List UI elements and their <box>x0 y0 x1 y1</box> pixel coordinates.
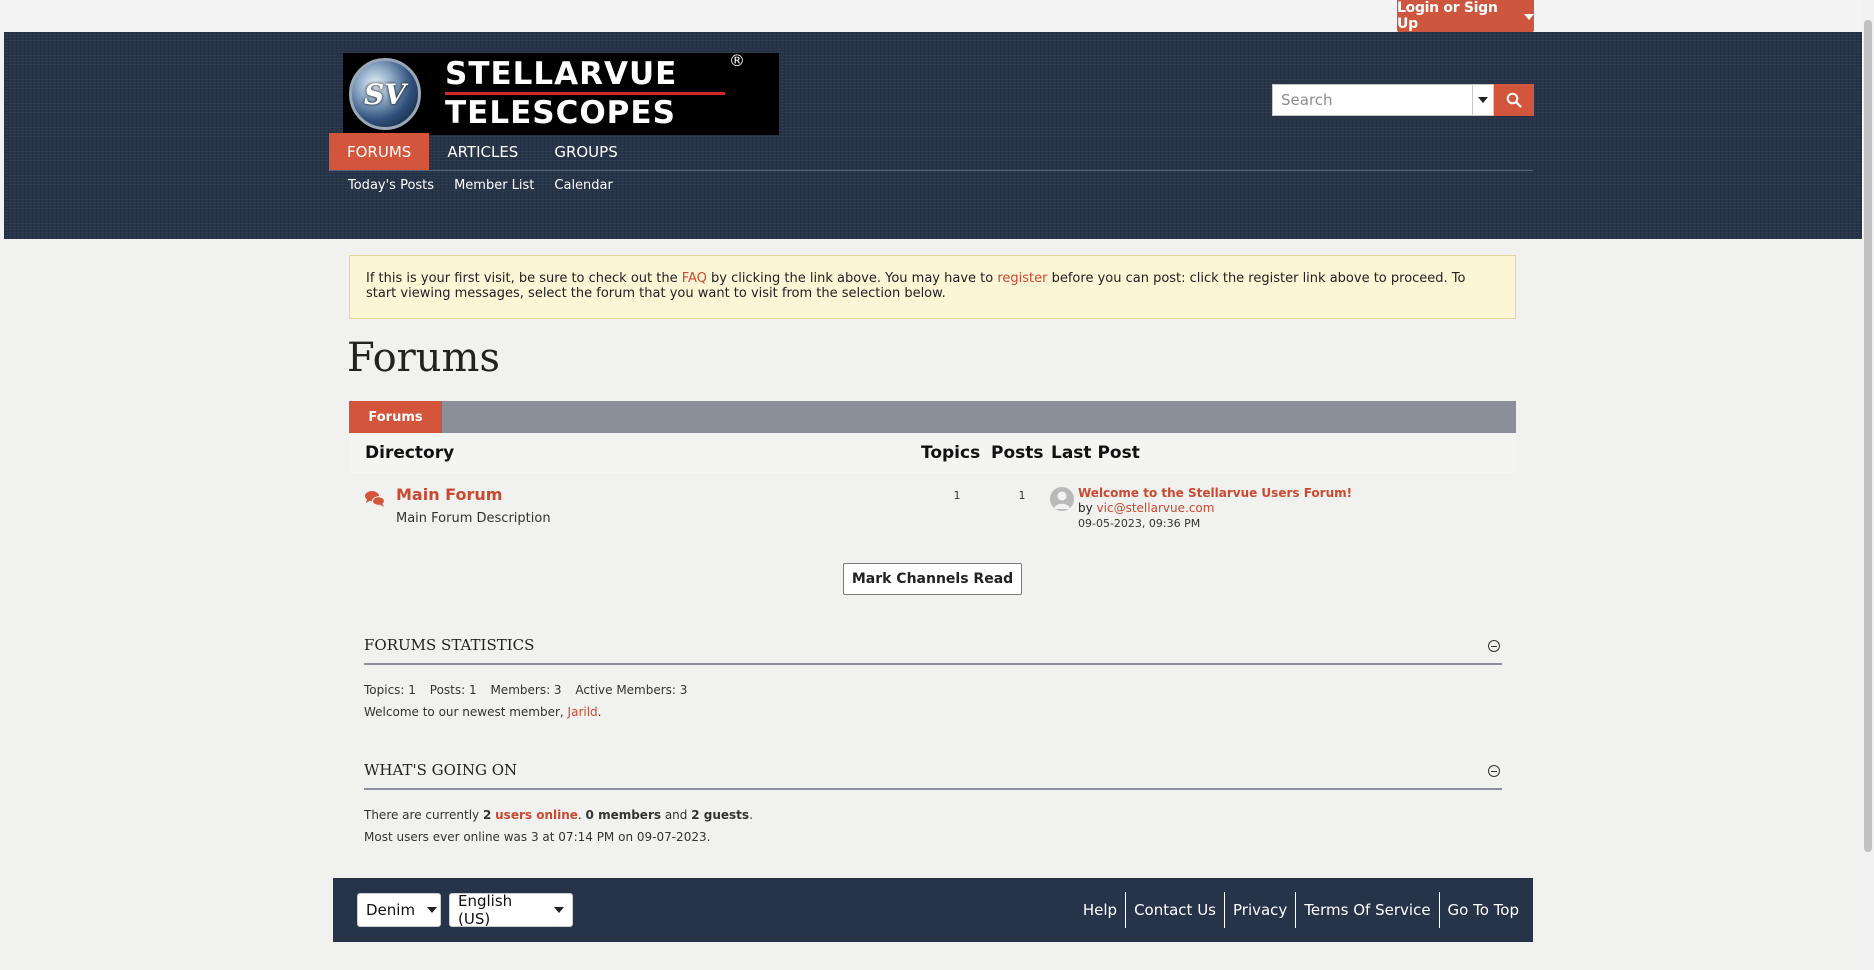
collapse-statistics-icon[interactable] <box>1488 640 1500 652</box>
topics-count: 1 <box>953 489 961 502</box>
login-signup-label: Login or Sign Up <box>1397 0 1498 32</box>
site-footer: Denim English (US) Help Contact Us Priva… <box>333 878 1533 942</box>
column-last-post: Last Post <box>1051 443 1140 463</box>
avatar[interactable] <box>1050 487 1074 511</box>
footer-link-contact[interactable]: Contact Us <box>1125 892 1224 928</box>
footer-links: Help Contact Us Privacy Terms Of Service… <box>1075 892 1527 928</box>
online-text: There are currently <box>364 808 483 822</box>
search-input[interactable] <box>1272 84 1472 116</box>
login-signup-button[interactable]: Login or Sign Up <box>1397 0 1534 32</box>
online-text: . <box>749 808 753 822</box>
logo-line-2: TELESCOPES <box>445 95 676 131</box>
search-icon <box>1506 92 1522 108</box>
collapse-whats-going-on-icon[interactable] <box>1488 765 1500 777</box>
notice-text: If this is your first visit, be sure to … <box>366 271 682 286</box>
stat-posts: Posts: 1 <box>429 683 477 697</box>
last-post-date: 09-05-2023, 09:36 PM <box>1078 517 1201 530</box>
footer-link-privacy[interactable]: Privacy <box>1224 892 1295 928</box>
stat-topics: Topics: 1 <box>364 683 416 697</box>
search-options-dropdown[interactable] <box>1472 84 1494 116</box>
guests-online: 2 guests <box>691 808 750 822</box>
logo-line-1: STELLARVUE <box>445 56 678 92</box>
faq-link[interactable]: FAQ <box>682 271 707 286</box>
section-divider <box>364 788 1502 790</box>
last-post-author-link[interactable]: vic@stellarvue.com <box>1097 501 1215 515</box>
page-title: Forums <box>347 335 500 381</box>
welcome-text: Welcome to our newest member, <box>364 705 568 719</box>
tab-groups[interactable]: GROUPS <box>536 133 635 171</box>
search-box <box>1272 84 1536 116</box>
chevron-down-icon <box>1524 14 1534 20</box>
tab-forums-directory[interactable]: Forums <box>349 401 442 433</box>
last-post-title-link[interactable]: Welcome to the Stellarvue Users Forum! <box>1078 486 1352 500</box>
user-silhouette-icon <box>1054 491 1070 509</box>
last-post-author-line: by vic@stellarvue.com <box>1078 501 1214 515</box>
online-text: and <box>661 808 692 822</box>
sub-nav: Today's Posts Member List Calendar <box>348 178 613 193</box>
online-record-line: Most users ever online was 3 at 07:14 PM… <box>364 830 711 844</box>
forum-description: Main Forum Description <box>396 511 551 526</box>
chevron-down-icon <box>554 907 564 913</box>
footer-link-terms[interactable]: Terms Of Service <box>1295 892 1438 928</box>
subnav-todays-posts[interactable]: Today's Posts <box>348 178 434 193</box>
by-label: by <box>1078 501 1097 515</box>
mark-channels-read-button[interactable]: Mark Channels Read <box>843 563 1022 595</box>
notice-text: by clicking the link above. You may have… <box>706 271 998 286</box>
forums-statistics-title: FORUMS STATISTICS <box>364 636 535 654</box>
statistics-counts: Topics: 1 Posts: 1 Members: 3 Active Mem… <box>364 683 697 697</box>
newest-member-link[interactable]: Jarild <box>568 705 598 719</box>
forum-title-link[interactable]: Main Forum <box>396 485 502 504</box>
register-link[interactable]: register <box>997 271 1047 286</box>
footer-link-help[interactable]: Help <box>1075 892 1125 928</box>
registered-mark: ® <box>729 51 745 70</box>
style-select[interactable]: Denim <box>357 893 441 927</box>
language-select[interactable]: English (US) <box>449 892 573 928</box>
users-online-link[interactable]: users online <box>495 808 578 822</box>
members-online: 0 members <box>585 808 662 822</box>
scrollbar-thumb[interactable] <box>1864 20 1872 852</box>
whats-going-on-title: WHAT'S GOING ON <box>364 761 518 779</box>
section-divider <box>364 663 1502 665</box>
chevron-down-icon <box>427 907 438 913</box>
tab-forums[interactable]: FORUMS <box>329 133 430 171</box>
stat-members: Members: 3 <box>490 683 562 697</box>
table-row: Main Forum Main Forum Description 1 1 We… <box>349 473 1516 536</box>
logo-wordmark: STELLARVUE TELESCOPES ® <box>445 53 745 131</box>
online-text: . <box>577 808 586 822</box>
online-count: 2 <box>482 808 492 822</box>
chevron-down-icon <box>1478 97 1488 103</box>
column-topics: Topics <box>921 443 981 463</box>
column-posts: Posts <box>991 443 1044 463</box>
discussion-icon <box>365 491 385 507</box>
stat-active-members: Active Members: 3 <box>575 683 688 697</box>
nav-divider <box>330 170 1533 171</box>
subnav-calendar[interactable]: Calendar <box>554 178 612 193</box>
column-directory: Directory <box>365 443 455 463</box>
posts-count: 1 <box>1018 489 1026 502</box>
first-visit-notice: If this is your first visit, be sure to … <box>349 255 1516 319</box>
language-select-value: English (US) <box>458 892 513 928</box>
subnav-member-list[interactable]: Member List <box>454 178 534 193</box>
forum-table-header: Directory Topics Posts Last Post <box>349 433 1516 473</box>
tab-articles[interactable]: ARTICLES <box>429 133 536 171</box>
logo-emblem: SV <box>349 58 421 130</box>
top-bar: Login or Sign Up <box>0 0 1874 32</box>
online-users-line: There are currently 2 users online. 0 me… <box>364 808 753 822</box>
page-scrollbar[interactable] <box>1862 0 1874 970</box>
style-select-value: Denim <box>366 901 416 919</box>
main-nav: FORUMS ARTICLES GROUPS <box>329 133 636 171</box>
newest-member-line: Welcome to our newest member, Jarild. <box>364 705 602 719</box>
forum-tab-bar: Forums <box>349 401 1516 433</box>
site-header: SV STELLARVUE TELESCOPES ® <box>4 32 1862 239</box>
site-logo[interactable]: SV STELLARVUE TELESCOPES ® <box>343 53 779 135</box>
welcome-suffix: . <box>597 705 602 719</box>
search-button[interactable] <box>1494 84 1534 116</box>
footer-link-go-to-top[interactable]: Go To Top <box>1438 892 1527 928</box>
